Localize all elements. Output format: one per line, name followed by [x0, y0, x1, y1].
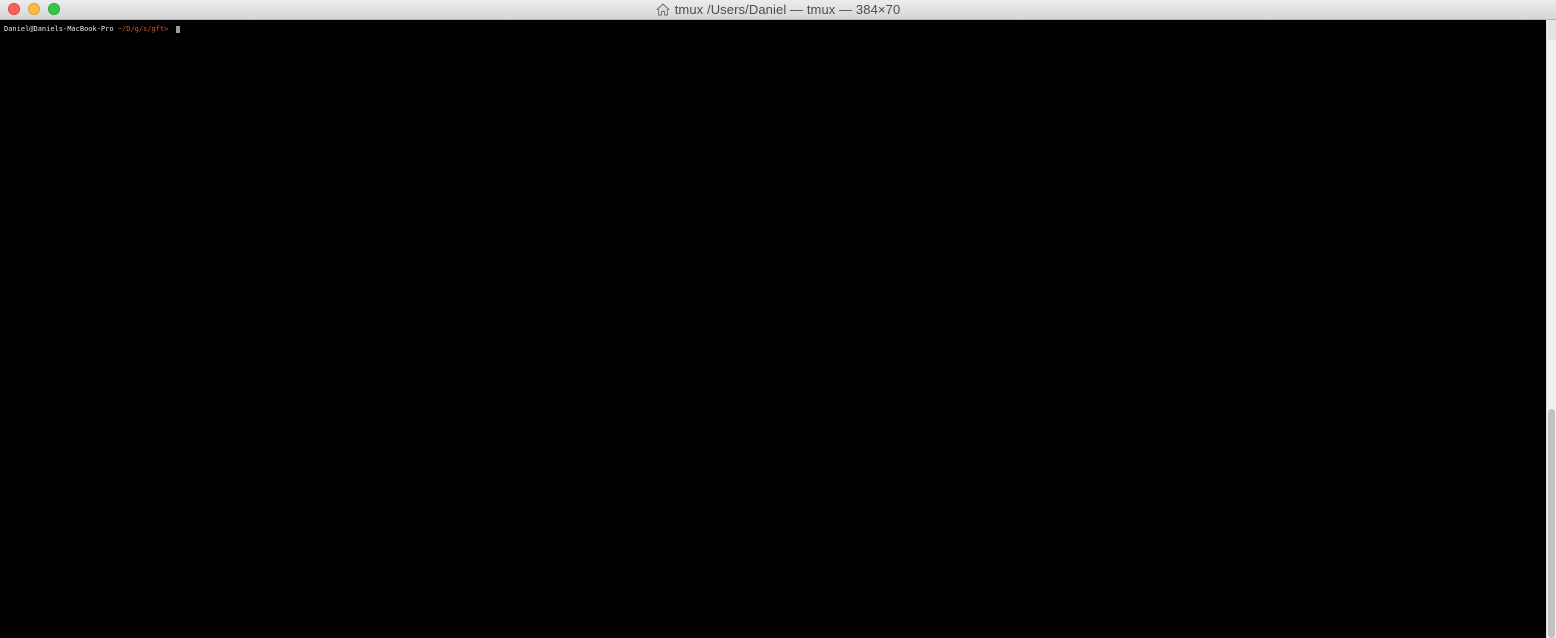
vertical-scrollbar[interactable] — [1546, 20, 1556, 638]
text-cursor — [175, 25, 180, 33]
title-bar[interactable]: tmux /Users/Daniel — tmux — 384×70 — [0, 0, 1556, 20]
window-title-text: tmux /Users/Daniel — tmux — 384×70 — [674, 2, 901, 17]
terminal-window: tmux /Users/Daniel — tmux — 384×70 Danie… — [0, 0, 1556, 638]
scroll-down-arrow[interactable] — [1548, 30, 1556, 40]
prompt-path: ~/D/g/s/gft> — [117, 25, 169, 33]
home-icon — [656, 3, 670, 16]
terminal-content[interactable]: Daniel@Daniels-MacBook-Pro ~/D/g/s/gft> — [0, 20, 1546, 638]
scroll-up-arrow[interactable] — [1548, 20, 1556, 30]
window-title: tmux /Users/Daniel — tmux — 384×70 — [0, 0, 1556, 19]
scrollbar-thumb[interactable] — [1548, 409, 1555, 638]
shell-prompt: Daniel@Daniels-MacBook-Pro ~/D/g/s/gft> — [4, 25, 180, 33]
prompt-user-host: Daniel@Daniels-MacBook-Pro — [4, 25, 114, 33]
